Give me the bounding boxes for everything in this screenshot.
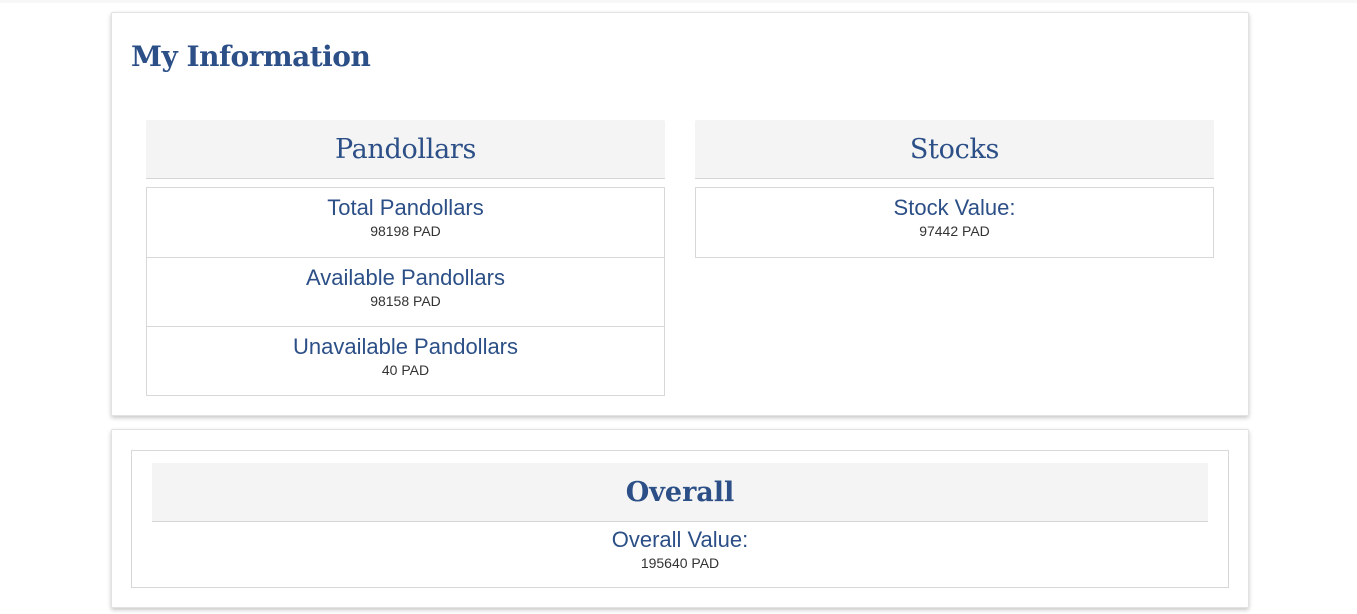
overall-box: Overall Overall Value: 195640 PAD [131, 450, 1229, 588]
stocks-panel: Stocks Stock Value: 97442 PAD [695, 120, 1214, 258]
page-title: My Information [131, 40, 371, 73]
stat-label: Overall Value: [611, 527, 749, 552]
pandollars-panel-title: Pandollars [334, 133, 477, 165]
stat-unavailable-pandollars: Unavailable Pandollars 40 PAD [147, 326, 664, 395]
stat-value: 40 PAD [381, 362, 430, 378]
stocks-stat-list: Stock Value: 97442 PAD [695, 187, 1214, 258]
stat-label: Stock Value: [893, 195, 1016, 220]
stat-overall-value: Overall Value: 195640 PAD [152, 527, 1208, 573]
stat-available-pandollars: Available Pandollars 98158 PAD [147, 257, 664, 326]
stat-label: Unavailable Pandollars [292, 334, 519, 359]
pandollars-panel-header: Pandollars [146, 120, 665, 179]
stat-value: 195640 PAD [640, 555, 720, 571]
top-strip [0, 0, 1357, 3]
stat-value: 98158 PAD [370, 293, 441, 309]
stat-value: 97442 PAD [919, 223, 990, 239]
pandollars-panel: Pandollars Total Pandollars 98198 PAD Av… [146, 120, 665, 396]
overall-card: Overall Overall Value: 195640 PAD [111, 429, 1249, 608]
overall-panel-title: Overall [625, 476, 735, 508]
overall-panel-header: Overall [152, 463, 1208, 522]
stocks-panel-header: Stocks [695, 120, 1214, 179]
stat-total-pandollars: Total Pandollars 98198 PAD [147, 188, 664, 257]
stat-label: Available Pandollars [306, 265, 505, 290]
stat-value: 98198 PAD [370, 223, 441, 239]
stat-label: Total Pandollars [327, 195, 484, 220]
stocks-panel-title: Stocks [909, 133, 1000, 165]
stat-stock-value: Stock Value: 97442 PAD [696, 188, 1213, 257]
pandollars-stat-list: Total Pandollars 98198 PAD Available Pan… [146, 187, 665, 396]
my-information-card: My Information Pandollars Total Pandolla… [111, 12, 1249, 416]
